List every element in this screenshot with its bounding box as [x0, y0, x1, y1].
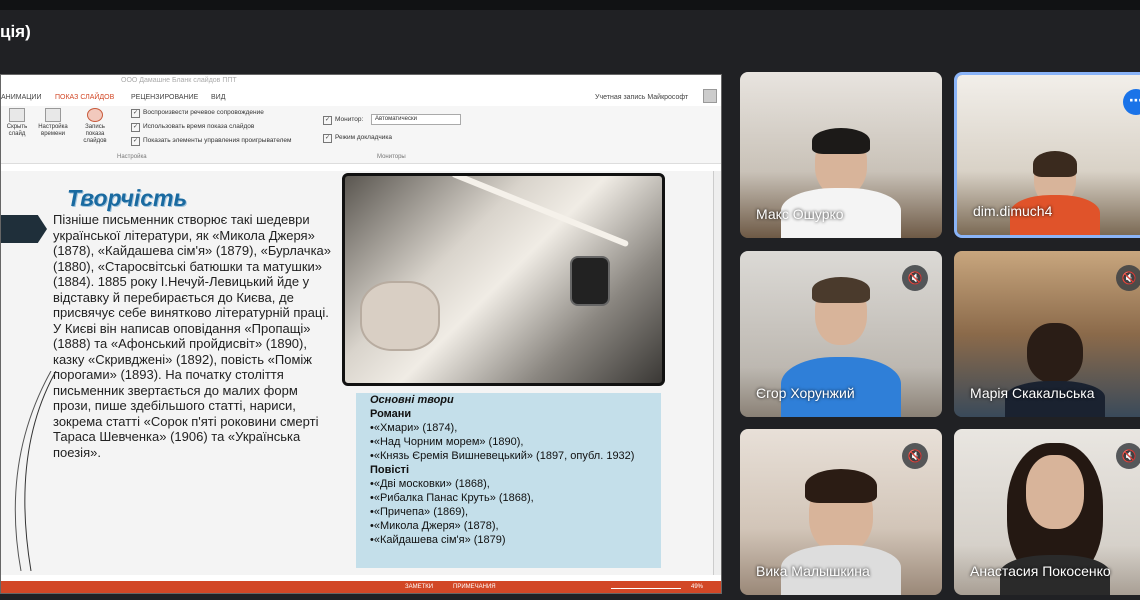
participant-tile[interactable]: Макс Ошурко	[740, 72, 942, 238]
monitor-select[interactable]: Автоматически	[371, 114, 461, 125]
list-item: •«Князь Єремія Вишневецький» (1897, опуб…	[370, 450, 635, 462]
hide-slide-button[interactable]: Скрыть слайд	[1, 108, 35, 138]
tab-slideshow[interactable]: ПОКАЗ СЛАЙДОВ	[55, 94, 114, 101]
record-slideshow-button[interactable]: Запись показа слайдов	[75, 108, 115, 145]
ppt-account[interactable]: Учетная запись Майкрософт	[595, 94, 688, 101]
ppt-status-bar: ЗАМЕТКИ ПРИМЕЧАНИЯ 49%	[1, 581, 721, 593]
mic-off-icon: 🔇	[902, 265, 928, 291]
hide-slide-icon	[9, 108, 25, 122]
list-item: •«Рибалка Панас Круть» (1868),	[370, 492, 534, 504]
quill-image	[450, 176, 630, 248]
list-item: •«Дві московки» (1868),	[370, 478, 490, 490]
top-strip	[0, 0, 1140, 10]
slide-body-text: Пізніше письменник створює такі шедеври …	[53, 212, 332, 460]
mic-off-icon: 🔇	[1116, 443, 1140, 469]
ribbon: Скрыть слайд Настройка времени Запись по…	[1, 106, 721, 164]
list-item: •«Причепа» (1869),	[370, 506, 469, 518]
list-item: •«Микола Джеря» (1878),	[370, 520, 499, 532]
ribbon-tabs: АНИМАЦИИ ПОКАЗ СЛАЙДОВ РЕЦЕНЗИРОВАНИЕ ВИ…	[1, 94, 601, 106]
meeting-title-bar: ція)	[0, 10, 1140, 56]
list-item: •«Над Чорним морем» (1890),	[370, 436, 524, 448]
group-setup-label: Настройка	[117, 154, 147, 160]
tab-view[interactable]: ВИД	[211, 94, 225, 101]
ppt-window-title: ООО Дамашне Бланк слайдов ППТ	[121, 77, 237, 84]
novels-title: Романи	[370, 408, 412, 420]
group-monitors-label: Мониторы	[377, 154, 406, 160]
slide-heading: Творчість	[67, 185, 188, 211]
meeting-title: ція)	[0, 22, 31, 41]
participant-name: Вика Малышкина	[756, 563, 870, 579]
tab-review[interactable]: РЕЦЕНЗИРОВАНИЕ	[131, 94, 198, 101]
decorative-curves	[14, 371, 57, 571]
participant-tile[interactable]: 🔇 Марія Скакальська	[954, 251, 1140, 417]
slide-scrollbar[interactable]	[713, 171, 721, 575]
inkwell-image	[570, 256, 610, 306]
slide: Творчість Пізніше письменник створює так…	[1, 171, 713, 575]
mic-off-icon: 🔇	[902, 443, 928, 469]
quill-photo	[342, 173, 665, 386]
participant-name: Єгор Хорунжий	[756, 385, 855, 401]
list-item: •«Кайдашева сім'я» (1879)	[370, 534, 506, 546]
works-list-box: Основні твори Романи •«Хмари» (1874), •«…	[356, 393, 661, 568]
record-icon	[87, 108, 103, 122]
slide-arrow-decoration	[1, 215, 47, 243]
check-presenter-view[interactable]: Режим докладчика	[323, 134, 392, 143]
participant-tile[interactable]: 🔇 Єгор Хорунжий	[740, 251, 942, 417]
shared-screen[interactable]: ООО Дамашне Бланк слайдов ППТ Учетная за…	[0, 74, 722, 594]
participant-tile-active[interactable]: ⋯ dim.dimuch4	[954, 72, 1140, 238]
zoom-slider[interactable]	[611, 588, 681, 589]
participant-name: dim.dimuch4	[973, 203, 1053, 219]
mic-off-icon: 🔇	[1116, 265, 1140, 291]
monitor-label: Монитор:	[323, 116, 363, 125]
stories-title: Повісті	[370, 464, 410, 476]
tab-animations[interactable]: АНИМАЦИИ	[1, 94, 42, 101]
check-timings[interactable]: Использовать время показа слайдов	[131, 123, 254, 132]
participant-tile[interactable]: 🔇 Вика Малышкина	[740, 429, 942, 595]
works-title: Основні твори	[370, 394, 454, 406]
list-item: •«Хмари» (1874),	[370, 422, 458, 434]
meet-window: ція) ООО Дамашне Бланк слайдов ППТ Учетн…	[0, 0, 1140, 600]
notes-button[interactable]: ЗАМЕТКИ	[405, 584, 433, 590]
check-media-controls[interactable]: Показать элементы управления проигрывате…	[131, 137, 291, 146]
participant-name: Макс Ошурко	[756, 206, 844, 222]
participant-face	[1026, 455, 1084, 529]
participant-tile[interactable]: 🔇 Анастасия Покосенко	[954, 429, 1140, 595]
scroll-image	[360, 281, 440, 351]
participant-name: Марія Скакальська	[970, 385, 1095, 401]
rehearse-timings-button[interactable]: Настройка времени	[35, 108, 71, 138]
participant-name: Анастасия Покосенко	[970, 563, 1111, 579]
account-avatar[interactable]	[703, 89, 717, 103]
zoom-level[interactable]: 49%	[691, 584, 703, 590]
comments-button[interactable]: ПРИМЕЧАНИЯ	[453, 584, 496, 590]
timer-icon	[45, 108, 61, 122]
check-narration[interactable]: Воспроизвести речевое сопровождение	[131, 109, 264, 118]
